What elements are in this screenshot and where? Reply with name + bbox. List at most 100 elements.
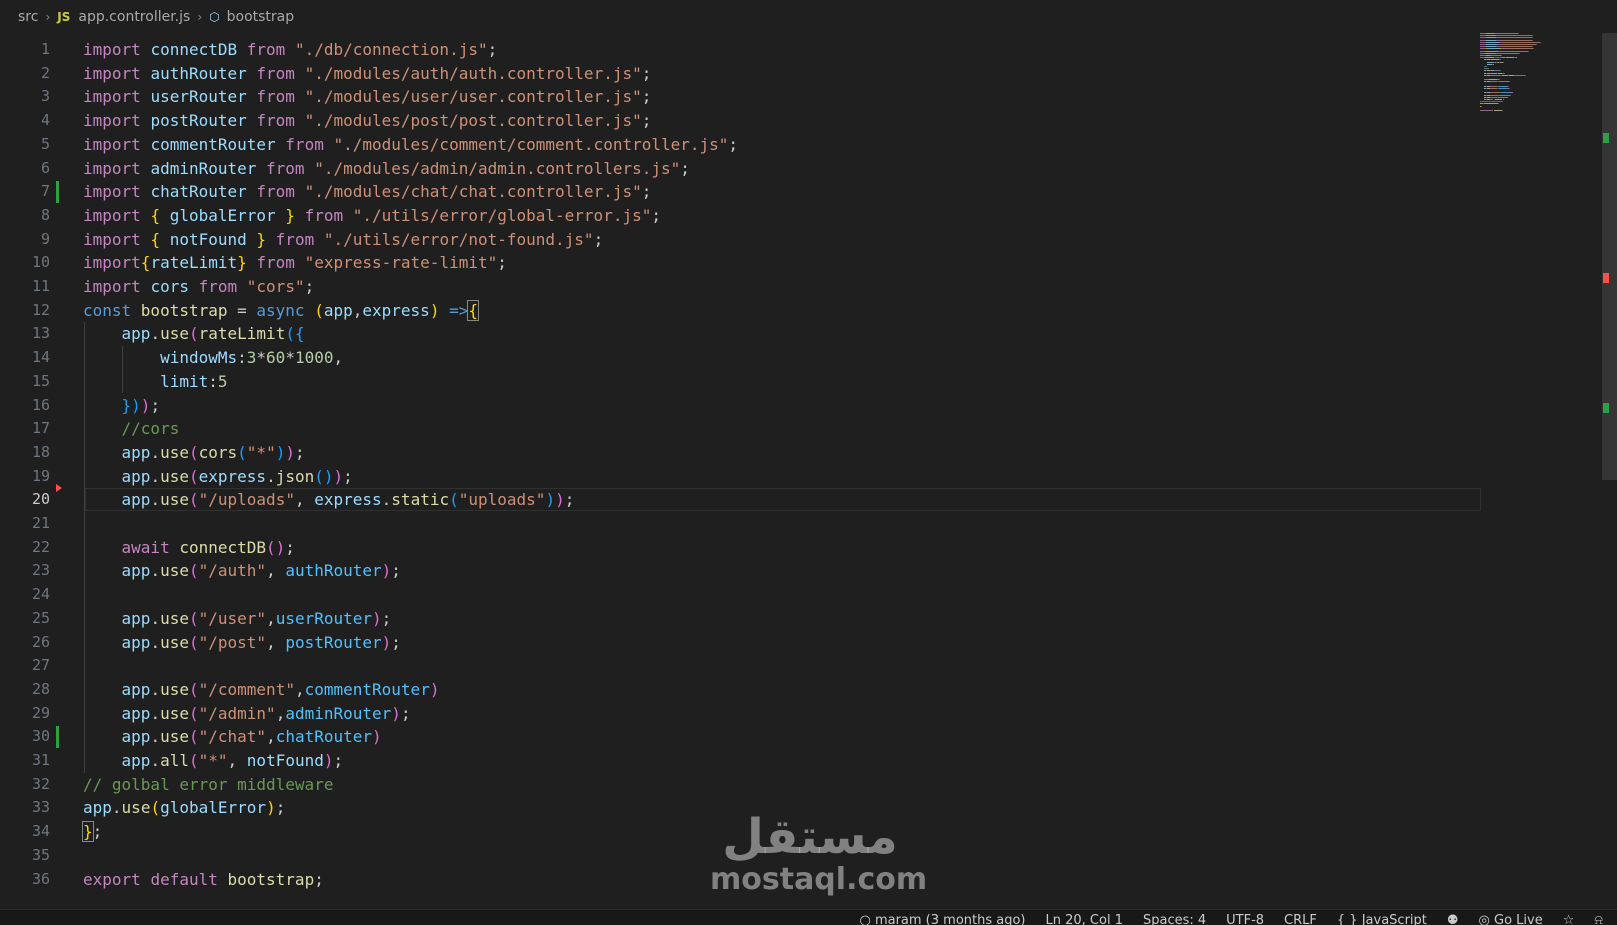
plain-token: ; (304, 277, 315, 296)
plain-token: , (266, 632, 286, 652)
line-code: export default bootstrap; (83, 868, 324, 892)
plain-token: , (333, 348, 344, 368)
code-line[interactable]: 22 await connectDB(); (0, 536, 1480, 560)
code-line[interactable]: 2 import authRouter from "./modules/auth/… (0, 62, 1480, 86)
line-code: import chatRouter from "./modules/chat/c… (83, 180, 651, 204)
constant-token: postRouter (285, 632, 382, 652)
string-token: "express-rate-limit" (304, 253, 498, 273)
code-editor[interactable]: 1 import connectDB from "./db/connection.… (0, 33, 1617, 909)
minimap-line (1500, 37, 1533, 39)
code-line[interactable]: 18 app.use(cors("*")); (0, 441, 1480, 465)
plain-token: * (285, 348, 295, 368)
code-line[interactable]: 32 // golbal error middleware (0, 773, 1480, 797)
code-line[interactable]: 7 import chatRouter from "./modules/chat/… (0, 180, 1480, 204)
plain-token: . (150, 466, 161, 486)
copilot-icon[interactable]: ⚉ (1447, 910, 1459, 925)
bracket-token: ( (237, 442, 247, 462)
line-code: app.use("/post", postRouter); (83, 631, 401, 655)
line-number: 36 (31, 869, 50, 888)
code-line[interactable]: 4 import postRouter from "./modules/post/… (0, 109, 1480, 133)
breadcrumb-file[interactable]: app.controller.js (78, 9, 190, 25)
bracket-token: ) (275, 442, 286, 462)
watermark-logo: مستقل mostaql.com (710, 810, 927, 896)
string-token: "./modules/chat/chat.controller.js" (304, 182, 642, 202)
matched-bracket-token: { (467, 299, 479, 321)
line-number: 19 (31, 466, 50, 485)
code-line[interactable]: 23 app.use("/auth", authRouter); (0, 559, 1480, 583)
variable-token: app (121, 324, 151, 344)
function-token: use (160, 679, 189, 699)
minimap-line (1487, 103, 1498, 105)
variable-token: notFound (246, 751, 324, 770)
code-line[interactable]: 12 const bootstrap = async (app,express) … (0, 299, 1480, 323)
plain-token: : (208, 371, 218, 391)
language-mode-item[interactable]: { } JavaScript (1337, 910, 1427, 925)
line-number: 20 (31, 490, 50, 509)
indentation-item[interactable]: Spaces: 4 (1143, 910, 1206, 925)
code-line[interactable]: 19 app.use(express.json()); (0, 465, 1480, 489)
code-line[interactable]: 11 import cors from "cors"; (0, 275, 1480, 299)
code-line[interactable]: 20 app.use("/uploads", express.static("u… (0, 488, 1480, 512)
minimap-line (1500, 92, 1513, 94)
variable-token: rateLimit (150, 253, 238, 273)
keyword-token: import (83, 111, 151, 131)
constant-token: adminRouter (285, 703, 392, 723)
notifications-bell-icon[interactable]: ⍾ (1594, 910, 1603, 925)
code-line[interactable]: 17 //cors (0, 417, 1480, 441)
code-line[interactable]: 16 })); (0, 394, 1480, 418)
code-line[interactable]: 26 app.use("/post", postRouter); (0, 631, 1480, 655)
code-line[interactable]: 10 import{rateLimit} from "express-rate-l… (0, 251, 1480, 275)
git-added-marker[interactable] (56, 726, 59, 749)
minimap-line (1515, 74, 1524, 76)
code-line[interactable]: 6 import adminRouter from "./modules/admi… (0, 157, 1480, 181)
code-line[interactable]: 28 app.use("/comment",commentRouter) (0, 678, 1480, 702)
function-token: bootstrap (140, 300, 238, 320)
code-line[interactable]: 3 import userRouter from "./modules/user/… (0, 85, 1480, 109)
minimap[interactable] (1480, 33, 1600, 153)
minimap-line (1508, 81, 1510, 83)
breadcrumb-folder[interactable]: src (18, 9, 38, 25)
code-line[interactable]: 27 (0, 654, 1480, 678)
encoding-item[interactable]: UTF-8 (1226, 910, 1264, 925)
code-line[interactable]: 21 (0, 512, 1480, 536)
minimap-line (1516, 57, 1517, 59)
code-line[interactable]: 24 (0, 583, 1480, 607)
feedback-icon[interactable]: ☆ (1563, 910, 1575, 925)
plain-token: . (266, 466, 276, 486)
bracket-token: } (237, 253, 257, 273)
line-number: 10 (31, 253, 50, 272)
eol-item[interactable]: CRLF (1284, 910, 1317, 925)
code-line[interactable]: 15 limit:5 (0, 370, 1480, 394)
minimap-line (1507, 96, 1508, 98)
minimap-line (1490, 94, 1498, 96)
number-token: 1000 (294, 348, 334, 368)
git-added-marker[interactable] (56, 181, 59, 204)
breadcrumb-symbol[interactable]: bootstrap (227, 9, 295, 25)
line-number: 27 (31, 656, 50, 675)
code-line[interactable]: 31 app.all("*", notFound); (0, 749, 1480, 773)
code-line[interactable]: 1 import connectDB from "./db/connection.… (0, 38, 1480, 62)
line-code: })); (83, 394, 161, 418)
code-line[interactable]: 8 import { globalError } from "./utils/er… (0, 204, 1480, 228)
minimap-line (1503, 99, 1505, 100)
broadcast-icon: ◎ (1478, 913, 1495, 925)
line-number: 17 (31, 419, 50, 438)
go-live-item[interactable]: ◎ Go Live (1479, 910, 1543, 925)
cursor-position-item[interactable]: Ln 20, Col 1 (1046, 910, 1123, 925)
code-line[interactable]: 13 app.use(rateLimit({ (0, 322, 1480, 346)
code-line[interactable]: 29 app.use("/admin",adminRouter); (0, 702, 1480, 726)
bracket-token: ( (150, 798, 161, 818)
code-line[interactable]: 5 import commentRouter from "./modules/co… (0, 133, 1480, 157)
storage-token: async (256, 300, 315, 320)
git-deleted-marker[interactable] (56, 484, 62, 493)
code-line[interactable]: 30 app.use("/chat",chatRouter) (0, 725, 1480, 749)
git-blame-item[interactable]: ○ maram (3 months ago) (859, 910, 1025, 925)
code-line[interactable]: 14 windowMs:3*60*1000, (0, 346, 1480, 370)
code-line[interactable]: 25 app.use("/user",userRouter); (0, 607, 1480, 631)
line-number: 11 (31, 277, 50, 295)
number-token: 5 (217, 371, 228, 391)
code-line[interactable]: 9 import { notFound } from "./utils/error… (0, 228, 1480, 252)
minimap-line (1502, 50, 1528, 52)
